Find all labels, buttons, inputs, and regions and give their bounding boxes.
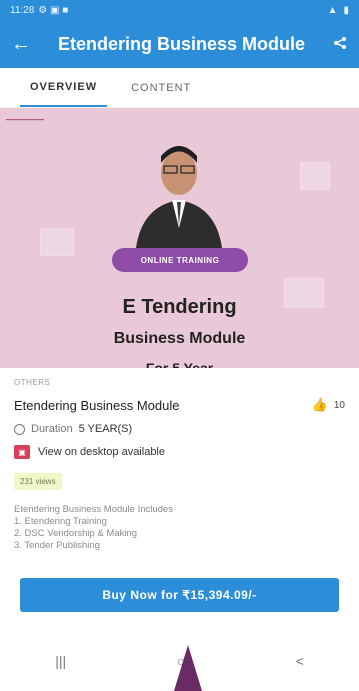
online-training-badge: ONLINE TRAINING — [112, 248, 248, 272]
tab-bar: OVERVIEW CONTENT — [0, 68, 359, 108]
duration-label: Duration — [31, 423, 73, 435]
back-nav-icon[interactable]: < — [296, 653, 304, 669]
decor-rect — [300, 162, 330, 190]
recent-apps-icon[interactable]: ||| — [55, 653, 66, 669]
notification-icons: ⚙ ▣ ■ — [38, 4, 69, 16]
course-details: OTHERS Etendering Business Module 👍 10 D… — [0, 368, 359, 578]
views-badge: 231 views — [14, 473, 62, 490]
app-screen: { "status_bar": {"time": "11:28", "batte… — [0, 0, 359, 691]
description-line: 3. Tender Publishing — [14, 540, 100, 551]
desktop-icon: ▣ — [14, 445, 30, 459]
duration-row: Duration 5 YEAR(S) — [14, 423, 345, 435]
buy-bar: Buy Now for ₹15,394.09/- — [0, 578, 359, 630]
banner-title-line1: E Tendering — [122, 296, 237, 318]
signal-icon: ▲ — [327, 4, 338, 16]
thumbs-up-icon: 👍 — [311, 397, 328, 412]
course-category: OTHERS — [14, 378, 51, 387]
status-bar: 11:28 ⚙ ▣ ■ ▲ ▮ — [0, 0, 359, 20]
description-line: 1. Etendering Training — [14, 516, 107, 527]
share-icon[interactable] — [321, 34, 359, 55]
banner-title-line2: Business Module — [113, 330, 246, 347]
course-banner: ━━━━━━━━━ ONLINE TRAINING E Tendering Bu… — [0, 108, 359, 368]
like-button[interactable]: 👍 10 — [312, 397, 345, 413]
description-line: 2. DSC Vendorship & Making — [14, 528, 138, 539]
course-description: Etendering Business Module Includes 1. E… — [14, 504, 345, 552]
page-title: Etendering Business Module — [57, 33, 306, 54]
course-name-row: Etendering Business Module 👍 10 — [14, 397, 345, 413]
back-arrow-icon[interactable]: ← — [0, 33, 42, 56]
description-line: Etendering Business Module Includes — [14, 504, 173, 515]
pointer-arrow — [174, 645, 202, 691]
clock-icon — [14, 423, 25, 435]
duration-value: 5 YEAR(S) — [78, 423, 133, 435]
banner-title-line3: For 5 Year — [145, 360, 214, 368]
app-bar: ← Etendering Business Module — [0, 20, 359, 68]
brand-logo: ━━━━━━━━━ — [6, 117, 44, 124]
desktop-text: View on desktop available — [38, 446, 165, 458]
course-name: Etendering Business Module — [14, 397, 180, 413]
like-count: 10 — [333, 399, 345, 411]
instructor-photo — [136, 146, 222, 248]
decor-rect — [40, 228, 74, 256]
desktop-availability: ▣ View on desktop available — [14, 445, 345, 459]
status-time: 11:28 — [10, 4, 35, 16]
tab-overview[interactable]: OVERVIEW — [20, 69, 108, 107]
buy-now-button[interactable]: Buy Now for ₹15,394.09/- — [20, 578, 339, 612]
battery-icon: ▮ — [343, 4, 349, 16]
tab-content[interactable]: CONTENT — [121, 70, 201, 106]
share-icon-svg — [334, 36, 346, 49]
